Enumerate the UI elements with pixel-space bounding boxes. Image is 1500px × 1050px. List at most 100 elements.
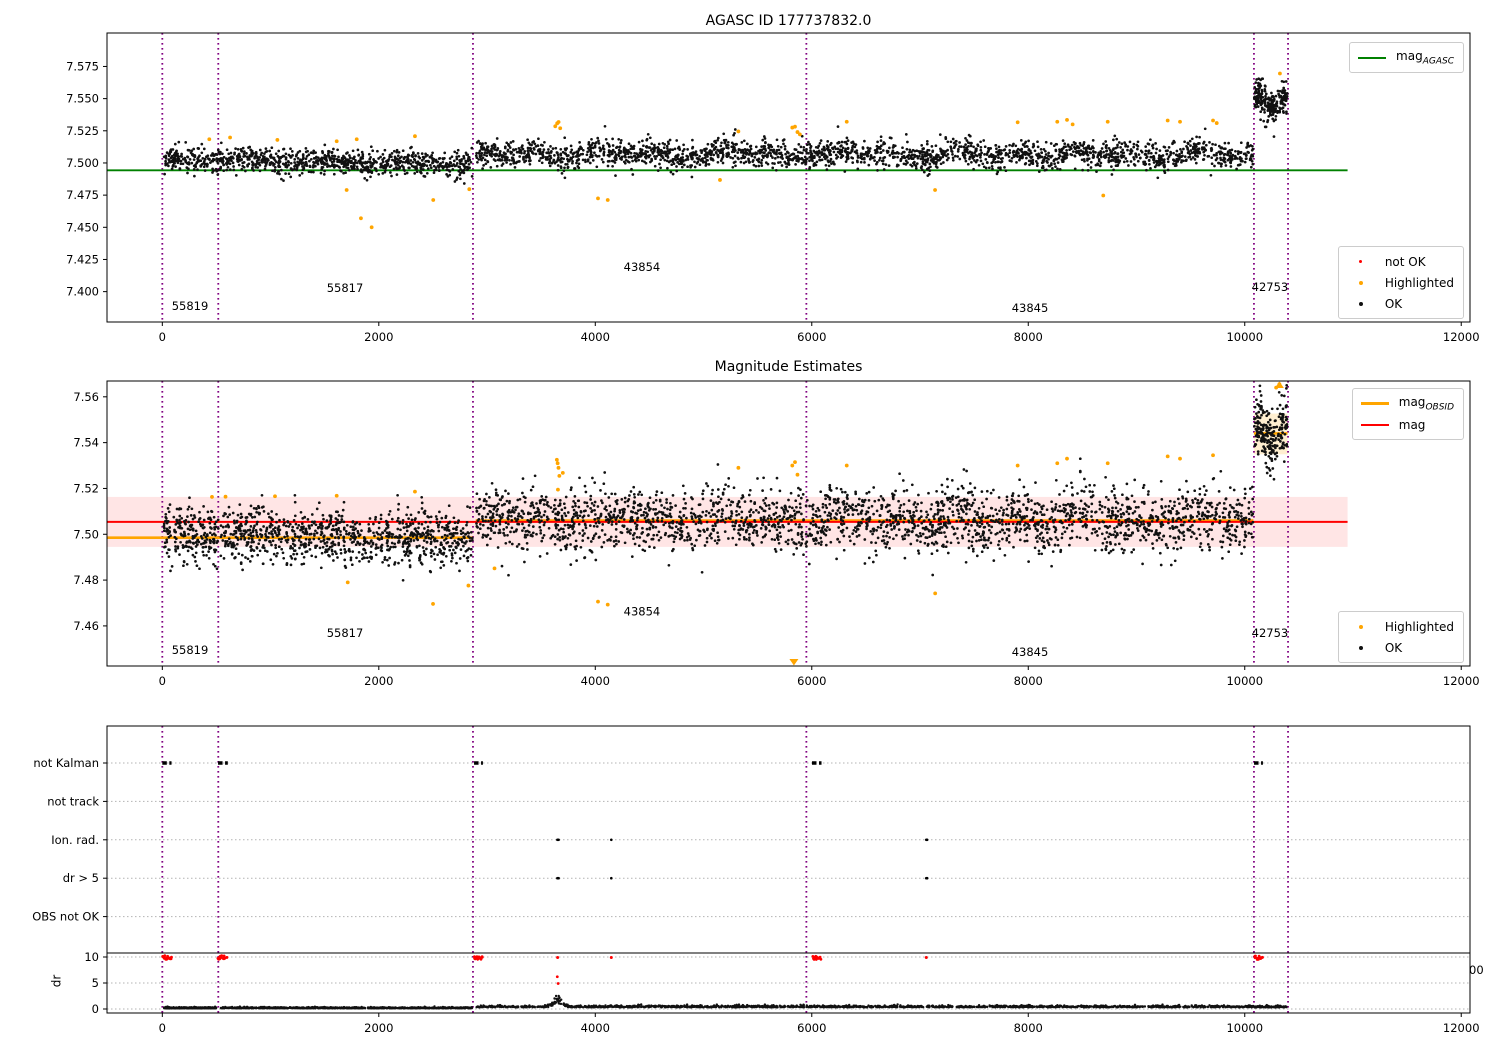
ok-point — [374, 547, 378, 550]
ok-point — [990, 152, 993, 156]
ok-point — [709, 515, 713, 518]
ok-point — [264, 530, 268, 533]
ok-point — [255, 510, 258, 514]
ok-point — [339, 533, 342, 537]
ok-point — [171, 165, 175, 168]
ok-point — [255, 507, 258, 511]
ok-point — [177, 526, 180, 529]
x-tick-label: 0 — [159, 330, 166, 344]
ok-point — [1281, 97, 1285, 101]
ok-point — [614, 174, 617, 177]
ok-point — [1043, 155, 1047, 159]
ok-point — [267, 512, 270, 516]
ok-point — [177, 157, 181, 161]
ok-point — [251, 163, 254, 167]
ok-point — [300, 522, 304, 525]
ok-point — [837, 526, 841, 529]
ok-point — [1267, 115, 1271, 118]
ok-point — [1112, 138, 1115, 142]
ok-point — [495, 164, 499, 168]
ok-point — [477, 151, 481, 155]
ok-point — [1037, 170, 1041, 173]
ok-point — [335, 530, 339, 534]
ok-point — [859, 160, 863, 164]
ok-point — [946, 477, 949, 481]
ok-point — [289, 175, 293, 179]
ok-point — [881, 162, 885, 166]
ok-point — [218, 168, 221, 172]
ok-point — [1196, 155, 1200, 158]
ok-point — [979, 159, 983, 163]
ok-point — [346, 158, 350, 161]
ok-point — [431, 549, 434, 553]
ok-point — [470, 536, 474, 540]
ok-point — [198, 516, 202, 520]
ok-point — [726, 140, 730, 144]
ok-point — [509, 162, 512, 166]
ok-point — [456, 543, 460, 547]
ok-point — [293, 161, 296, 164]
ok-point — [855, 151, 859, 155]
ok-point — [500, 155, 504, 159]
ok-point — [979, 148, 983, 152]
ok-point — [969, 144, 973, 148]
ok-point — [445, 528, 449, 532]
highlighted-point — [1165, 118, 1170, 123]
ok-point — [293, 158, 297, 161]
ok-point — [362, 547, 366, 551]
ok-point — [1144, 149, 1148, 153]
ok-point — [921, 153, 924, 157]
ok-point — [1179, 147, 1182, 151]
ok-point — [470, 146, 474, 150]
ok-point — [799, 145, 803, 149]
ok-point — [208, 547, 211, 551]
ok-point — [227, 505, 231, 509]
ok-point — [617, 148, 621, 152]
ok-point — [1282, 94, 1286, 98]
ok-point — [427, 532, 430, 536]
ok-point — [451, 168, 455, 171]
ok-point — [431, 151, 434, 155]
ok-point — [177, 521, 181, 525]
ok-point — [219, 524, 223, 527]
ok-point — [899, 159, 903, 163]
ok-point — [397, 561, 400, 565]
ok-point — [880, 159, 884, 163]
ok-point — [775, 151, 778, 155]
ok-point — [292, 519, 296, 522]
ok-point — [230, 553, 234, 556]
ok-point — [174, 523, 178, 526]
ok-point — [475, 141, 479, 144]
ok-point — [1091, 156, 1095, 159]
ok-point — [346, 151, 349, 154]
ok-point — [1192, 151, 1196, 154]
ok-point — [999, 160, 1003, 164]
ok-point — [360, 170, 364, 174]
ok-point — [761, 154, 764, 158]
ok-point — [452, 516, 456, 520]
ok-point — [331, 524, 335, 528]
ok-point — [370, 539, 373, 542]
ok-point — [1223, 152, 1227, 156]
ok-point — [874, 541, 878, 545]
ok-point — [1214, 143, 1217, 147]
ok-point — [1036, 145, 1040, 149]
ok-point — [432, 552, 436, 556]
ok-point — [331, 552, 334, 556]
ok-point — [883, 155, 887, 159]
ok-point — [459, 532, 463, 536]
ok-point — [395, 167, 399, 171]
ok-point — [374, 553, 378, 557]
ok-point — [923, 162, 926, 166]
ok-point — [648, 153, 652, 157]
ok-point — [297, 163, 300, 167]
ok-point — [682, 143, 685, 147]
ok-point — [328, 554, 331, 558]
ok-point — [1027, 159, 1031, 163]
ok-point — [737, 157, 740, 161]
ok-point — [773, 538, 777, 542]
ok-point — [537, 137, 540, 141]
ok-point — [777, 148, 781, 152]
ok-point — [610, 150, 614, 154]
ok-point — [352, 540, 355, 544]
